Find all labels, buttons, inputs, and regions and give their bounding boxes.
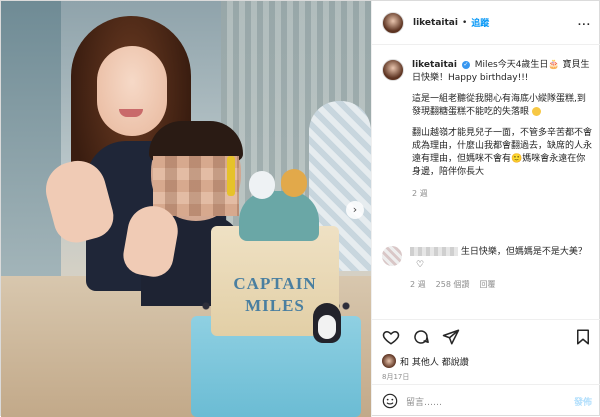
woman-face <box>97 46 167 136</box>
comment-time[interactable]: 2 週 <box>410 278 426 291</box>
comment-text: 生日快樂，但媽媽是不是大美？ <box>460 247 587 257</box>
bookmark-icon[interactable] <box>574 328 592 346</box>
more-options-icon[interactable]: ... <box>578 18 591 28</box>
post-photo[interactable]: CAPTAIN MILES › <box>1 1 371 417</box>
smile-emoji-icon <box>531 107 541 116</box>
comment: 生日快樂，但媽媽是不是大美？ ♡ 2 週 258 個讚 回覆 <box>382 246 594 291</box>
comment-input[interactable]: 留言…… <box>406 395 442 408</box>
comment-likes[interactable]: 258 個讚 <box>436 278 470 291</box>
caption-paragraph2: 這是一組老聽從我開心有海底小縱隊蛋糕,到發現翻糖蛋糕不能吃的失落眼 <box>412 94 586 117</box>
post-frame: CAPTAIN MILES › liketaitai • 追蹤 ... like… <box>0 0 600 417</box>
post-side-panel: liketaitai • 追蹤 ... liketaitai ✓ Miles今天… <box>371 1 600 417</box>
liked-by-text[interactable]: 和 其他人 都說讚 <box>400 355 469 368</box>
post-header: liketaitai • 追蹤 ... <box>372 1 600 45</box>
follow-button[interactable]: 追蹤 <box>471 16 489 29</box>
cat-figure <box>281 169 307 197</box>
caption-username[interactable]: liketaitai <box>412 60 457 70</box>
comment-username-blurred[interactable] <box>410 247 458 256</box>
action-bar: 和 其他人 都說讚 8月17日 <box>372 319 600 388</box>
post-comment-button[interactable]: 發佈 <box>574 395 592 408</box>
comment-icon[interactable] <box>412 328 430 346</box>
verified-badge-icon: ✓ <box>461 60 470 69</box>
emoji-picker-icon[interactable] <box>382 393 398 409</box>
window <box>1 1 61 301</box>
child-hair <box>149 121 243 161</box>
caption: liketaitai ✓ Miles今天4歲生日🎂 寶貝生日快樂！Happy b… <box>382 59 594 200</box>
heart-icon[interactable] <box>382 328 400 346</box>
header-username[interactable]: liketaitai <box>413 18 458 28</box>
number-candle <box>227 156 235 196</box>
liker-avatar[interactable] <box>382 354 396 368</box>
caption-paragraph3: 翻山越嶺才能見兒子一面，不管多辛苦都不會成為理由，什麼山我都會翻過去，缺席的人永… <box>412 128 593 177</box>
avatar[interactable] <box>382 11 404 34</box>
post-date[interactable]: 8月17日 <box>382 372 592 382</box>
comment-avatar[interactable] <box>382 246 402 266</box>
carousel-next-icon[interactable]: › <box>346 201 364 219</box>
header-separator: • <box>461 17 468 28</box>
comment-reply[interactable]: 回覆 <box>479 278 495 291</box>
share-icon[interactable] <box>442 328 460 346</box>
caption-avatar[interactable] <box>382 59 404 81</box>
cake-text-line1: CAPTAIN <box>233 274 317 293</box>
comment-like-icon[interactable]: ♡ <box>416 260 424 270</box>
octopod-topper <box>239 191 319 241</box>
caption-time[interactable]: 2 週 <box>412 187 594 200</box>
polar-bear-figure <box>249 171 275 199</box>
penguin-belly <box>318 315 336 339</box>
comment-composer: 留言…… 發佈 <box>372 384 600 417</box>
